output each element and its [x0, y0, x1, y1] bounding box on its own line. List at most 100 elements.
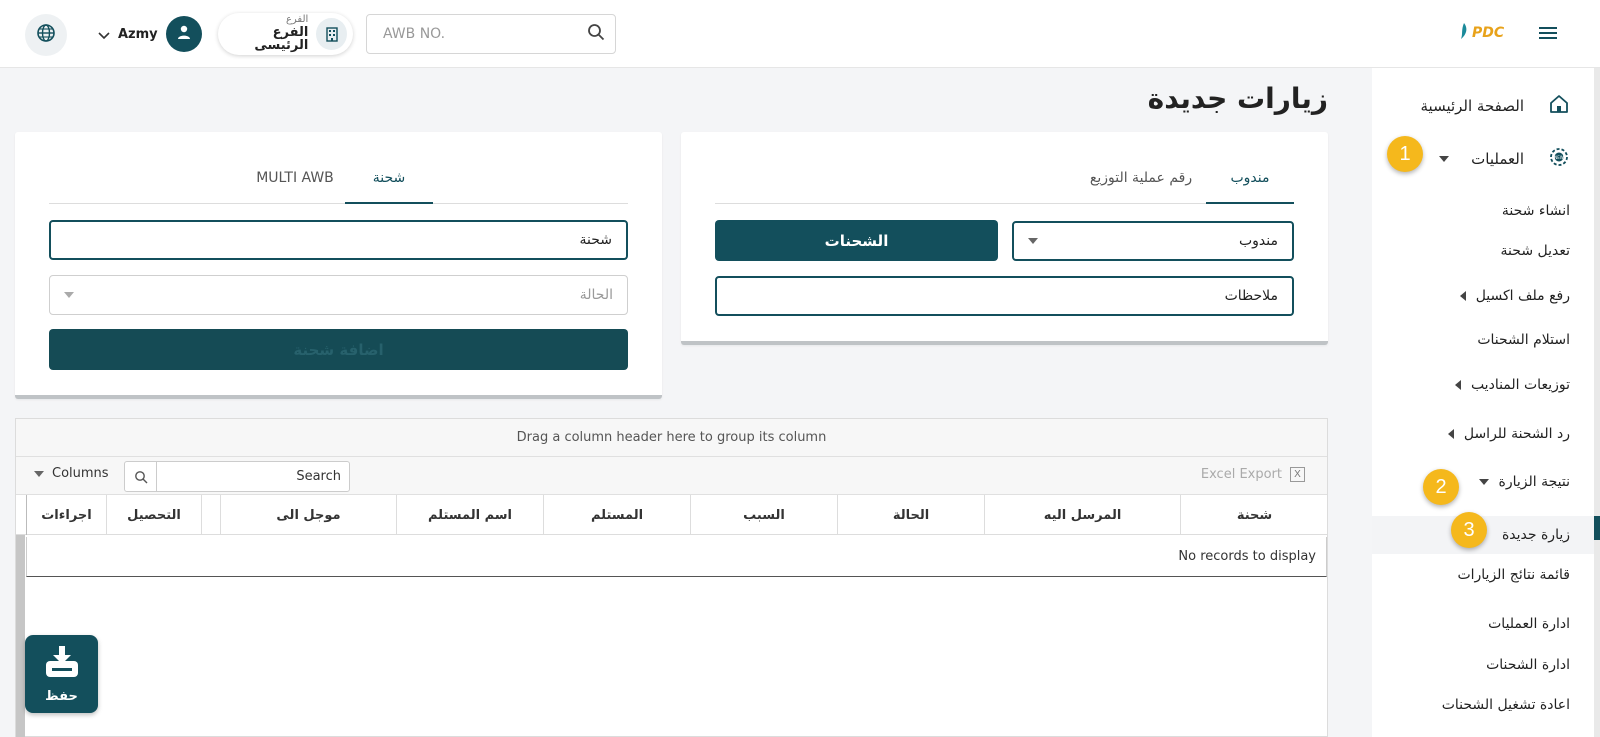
sidebar-item-label: تعديل شحنة	[1500, 243, 1570, 259]
language-button[interactable]	[25, 14, 67, 56]
column-header[interactable]: موجل الى	[220, 495, 396, 535]
status-placeholder: الحالة	[579, 287, 613, 303]
sidebar-item-label: رفع ملف اكسيل	[1475, 288, 1570, 304]
sidebar-item-create-shipment[interactable]: انشاء شحنة	[1502, 203, 1570, 219]
column-header[interactable]: السبب	[690, 495, 837, 535]
column-header[interactable]: شحنة	[1180, 495, 1328, 535]
save-button[interactable]: حفظ	[25, 635, 98, 713]
sidebar-item-home[interactable]: الصفحة الرئيسية	[1421, 93, 1571, 119]
column-header[interactable]: التحصيل	[106, 495, 201, 535]
sidebar-scrollbar[interactable]	[1594, 68, 1600, 737]
top-bar: Azmy الفرع الفرع الرئيسى PDC	[0, 0, 1600, 68]
logo-text: PDC	[1472, 25, 1505, 41]
agent-tabs: مندوب رقم عملية التوزيع	[715, 162, 1294, 204]
globe-icon	[36, 23, 56, 47]
sidebar: الصفحة الرئيسية العمليات NEW انشاء شحنة …	[1372, 68, 1600, 737]
column-header[interactable]: المستلم	[543, 495, 690, 535]
step-badge: 2	[1423, 469, 1459, 505]
sidebar-item-label: اعادة تشغيل الشحنات	[1441, 697, 1570, 713]
chevron-down-icon	[1028, 238, 1038, 244]
excel-export-label: Excel Export	[1200, 467, 1282, 482]
sidebar-item-upload-excel[interactable]: رفع ملف اكسيل	[1438, 288, 1570, 304]
operations-icon: NEW	[1548, 146, 1570, 172]
chevron-down-icon	[64, 292, 74, 298]
sidebar-scroll-thumb[interactable]	[1594, 516, 1600, 540]
notes-field[interactable]: ملاحظات	[715, 276, 1294, 316]
sidebar-item-label: العمليات	[1471, 150, 1524, 168]
sidebar-item-return-to-sender[interactable]: رد الشحنة للراسل	[1426, 426, 1570, 442]
grid-search-input[interactable]: Search	[157, 462, 349, 491]
caret-left-icon	[1447, 429, 1454, 439]
menu-button[interactable]	[1531, 18, 1565, 52]
tab-multi-awb[interactable]: MULTI AWB	[245, 162, 345, 204]
column-header[interactable]: المرسل اليه	[984, 495, 1180, 535]
tab-distribution-number[interactable]: رقم عملية التوزيع	[1076, 162, 1206, 204]
column-header[interactable]	[201, 495, 220, 535]
caret-left-icon	[1459, 291, 1466, 301]
grid-search[interactable]: Search	[124, 461, 350, 492]
leaf-icon	[1459, 22, 1469, 44]
awb-search-input[interactable]	[383, 26, 587, 42]
column-header[interactable]: الحالة	[837, 495, 984, 535]
excel-icon: X	[1290, 467, 1305, 482]
sidebar-item-operations[interactable]: العمليات NEW	[1417, 146, 1570, 172]
sidebar-item-visit-results-list[interactable]: قائمة نتائج الزيارات	[1457, 567, 1570, 583]
shipments-button[interactable]: الشحنات	[715, 220, 998, 261]
save-label: حفظ	[45, 688, 78, 704]
user-icon	[176, 24, 192, 44]
sidebar-item-receive-shipments[interactable]: استلام الشحنات	[1477, 332, 1570, 348]
sidebar-item-label: ادارة الشحنات	[1486, 657, 1570, 673]
status-select[interactable]: الحالة	[49, 275, 628, 315]
shipment-field[interactable]: شحنة	[49, 220, 628, 260]
chevron-down-icon	[34, 470, 44, 477]
caret-down-icon	[1439, 156, 1450, 162]
columns-button[interactable]: Columns	[34, 466, 109, 481]
search-icon[interactable]	[587, 23, 605, 45]
sidebar-item-label: توزيعات المناديب	[1470, 377, 1570, 393]
sidebar-item-label: ادارة العمليات	[1488, 616, 1570, 632]
sidebar-item-new-visit[interactable]: زيارة جديدة	[1502, 527, 1570, 543]
sidebar-item-label: الصفحة الرئيسية	[1420, 97, 1525, 115]
shipment-card: شحنة MULTI AWB شحنة الحالة اضافة شحنة	[15, 132, 662, 399]
sidebar-item-operations-management[interactable]: ادارة العمليات	[1488, 616, 1570, 632]
sidebar-item-label: استلام الشحنات	[1477, 332, 1570, 348]
sidebar-item-edit-shipment[interactable]: تعديل شحنة	[1501, 243, 1570, 259]
sidebar-item-label: نتيجة الزيارة	[1498, 474, 1570, 490]
sidebar-item-agent-distributions[interactable]: توزيعات المناديب	[1433, 377, 1570, 393]
shipment-tabs: شحنة MULTI AWB	[49, 162, 628, 204]
caret-left-icon	[1454, 380, 1461, 390]
grid-toolbar: Columns Search Excel Export X	[16, 457, 1327, 495]
grid-header-row: شحنة المرسل اليه الحالة السبب المستلم اس…	[16, 495, 1327, 535]
agent-select-value: مندوب	[1238, 233, 1278, 249]
branch-value: الفرع الرئيسى	[254, 24, 309, 54]
sidebar-item-label: انشاء شحنة	[1501, 203, 1570, 219]
agent-card: مندوب رقم عملية التوزيع مندوب الشحنات مل…	[681, 132, 1328, 345]
chevron-down-icon	[98, 25, 110, 44]
sidebar-item-label: زيارة جديدة	[1501, 527, 1570, 543]
column-header[interactable]: اسم المستلم	[396, 495, 543, 535]
sidebar-item-visit-result[interactable]: نتيجة الزيارة	[1457, 474, 1570, 490]
grid-scrollbar[interactable]	[16, 535, 25, 737]
column-header[interactable]: اجراءات	[26, 495, 106, 535]
add-shipment-button[interactable]: اضافة شحنة	[49, 329, 628, 370]
branch-selector[interactable]: الفرع الفرع الرئيسى	[218, 13, 353, 55]
page-title: زيارات جديدة	[1147, 82, 1328, 115]
sidebar-item-shipments-management[interactable]: ادارة الشحنات	[1486, 657, 1570, 673]
agent-select[interactable]: مندوب	[1012, 221, 1294, 261]
group-panel[interactable]: Drag a column header here to group its c…	[16, 419, 1327, 457]
tab-agent[interactable]: مندوب	[1206, 162, 1294, 204]
sidebar-item-reprocess-shipments[interactable]: اعادة تشغيل الشحنات	[1442, 697, 1570, 713]
pdc-logo: PDC	[1459, 20, 1504, 46]
avatar	[165, 16, 202, 52]
data-grid: Drag a column header here to group its c…	[15, 418, 1328, 737]
columns-label: Columns	[52, 466, 109, 481]
excel-export-button[interactable]: Excel Export X	[1201, 467, 1305, 482]
sidebar-item-label: رد الشحنة للراسل	[1463, 426, 1570, 442]
hamburger-icon	[1538, 25, 1558, 45]
user-name: Azmy	[118, 26, 158, 42]
awb-search	[366, 14, 616, 54]
no-records-message: No records to display	[26, 537, 1327, 577]
user-menu[interactable]: Azmy	[98, 15, 202, 53]
tab-shipment[interactable]: شحنة	[345, 162, 433, 204]
home-icon	[1548, 93, 1570, 119]
